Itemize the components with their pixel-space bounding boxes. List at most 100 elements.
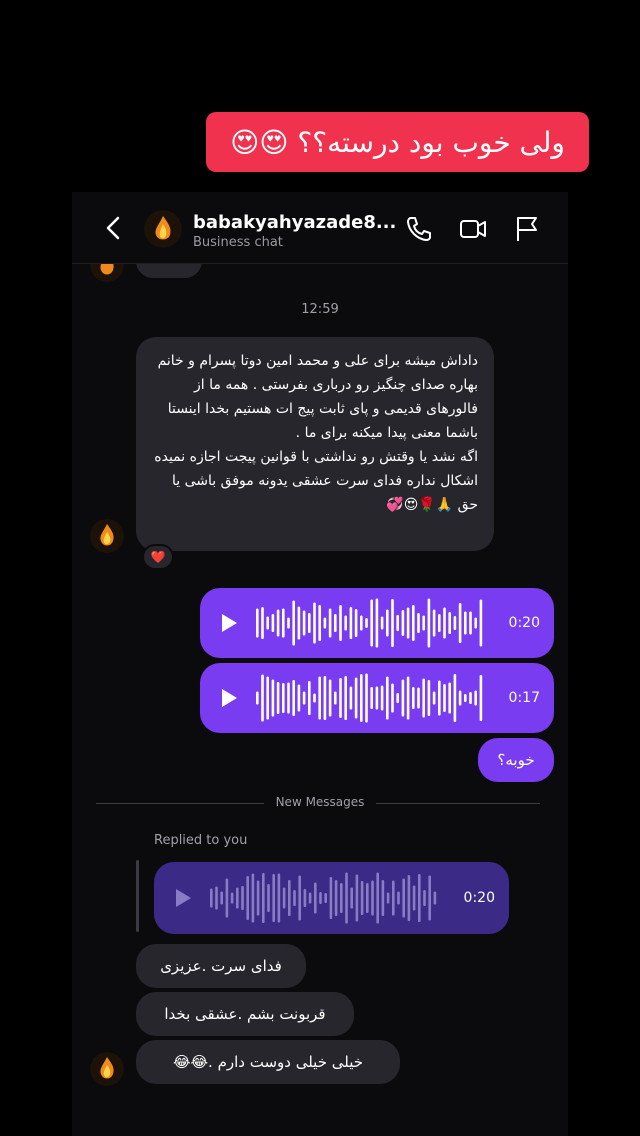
waveform-bar [443,607,446,639]
waveform-bar [479,675,483,721]
waveform-bar [282,608,285,638]
phone-icon[interactable] [404,214,434,244]
waveform-bar [391,599,394,647]
waveform-bar [448,682,451,714]
avatar [90,519,124,553]
waveform-bar [469,692,472,704]
waveform-bar [365,673,368,723]
waveform-bar [422,678,425,718]
waveform-bar [241,886,244,910]
waveform-bar [458,690,462,706]
waveform-bar [396,693,399,703]
play-icon[interactable] [220,688,238,708]
waveform-bar [402,878,405,918]
waveform-bar [215,886,218,910]
waveform-bar [349,686,353,710]
heart-reaction[interactable]: ❤️ [142,544,174,570]
waveform-bar [428,875,431,921]
voice-duration: 0:20 [508,615,540,631]
waveform-bar [370,687,373,709]
waveform-bar [323,617,327,629]
voice-message[interactable]: 0:20 [200,588,554,658]
contact-name[interactable]: babakyahyazade8... [193,212,396,233]
waveform-bar [329,877,333,919]
waveform-bar [391,683,394,713]
waveform-bar [360,881,364,915]
waveform-bar [464,611,467,635]
waveform-bar [354,677,358,719]
waveform-bar [370,599,373,647]
waveform-bar [266,616,269,630]
waveform-bar [308,681,311,715]
waveform-bar [262,873,265,923]
waveform-bar [334,880,338,916]
back-chevron-icon[interactable] [100,214,128,242]
waveform[interactable] [256,663,496,733]
play-icon[interactable] [174,888,192,908]
waveform-bar [298,875,301,921]
replied-voice-message[interactable]: 0:20 [154,862,509,934]
waveform-bar [287,617,290,629]
chat-header: babakyahyazade8... Business chat [72,192,568,264]
incoming-message[interactable]: قربونت بشم .عشقی بخدا [136,992,354,1036]
flag-icon[interactable] [512,214,542,244]
waveform[interactable] [210,862,450,934]
waveform-bar [427,598,431,648]
waveform-bar [474,690,477,706]
waveform-bar [225,878,229,918]
waveform-bar [318,676,321,720]
waveform-bar [328,679,332,717]
waveform-bar [288,880,291,916]
waveform-bar [412,605,415,641]
waveform-bar [256,691,259,705]
waveform-bar [401,679,405,717]
incoming-message[interactable]: داداش میشه برای علی و محمد امین دوتا پسر… [136,337,494,551]
incoming-message[interactable]: فدای سرت .عزیزی [136,944,306,988]
play-icon[interactable] [220,613,238,633]
waveform-bar [323,676,327,720]
contact-subtitle: Business chat [193,235,283,250]
waveform-bar [427,680,431,716]
waveform-bar [282,887,286,909]
waveform-bar [292,600,295,646]
waveform-bar [401,610,405,636]
waveform-bar [328,608,332,638]
incoming-message[interactable]: خیلی خیلی دوست دارم .😂😂 [136,1040,400,1084]
waveform-bar [350,887,353,909]
waveform-bar [375,686,379,710]
waveform-bar [406,676,410,720]
waveform-bar [271,614,275,632]
waveform-bar [313,602,316,644]
waveform-bar [386,892,390,904]
waveform-bar [251,873,255,923]
waveform-bar [371,880,374,916]
waveform-bar [365,618,368,628]
outgoing-message[interactable]: خوبه؟ [478,738,554,782]
waveform-bar [297,684,301,712]
waveform-bar [360,674,363,722]
waveform-bar [360,615,363,631]
voice-message[interactable]: 0:17 [200,663,554,733]
waveform-bar [334,614,337,632]
waveform-bar [380,616,384,630]
waveform-bar [266,676,269,720]
waveform-bar [261,607,264,639]
waveform-bar [344,615,347,631]
waveform-bar [210,888,213,908]
waveform-bar [453,616,457,630]
waveform-bar [345,872,348,924]
waveform-bar [267,884,270,912]
waveform-bar [220,891,223,905]
waveform[interactable] [256,588,496,658]
waveform-bar [433,891,437,905]
waveform-bar [256,608,259,638]
waveform-bar [339,605,342,641]
waveform-bar [293,890,296,906]
waveform-bar [417,687,420,709]
video-icon[interactable] [458,214,488,244]
waveform-bar [308,613,311,633]
waveform-bar [392,880,395,916]
avatar[interactable] [144,210,182,248]
waveform-bar [375,598,379,648]
voice-duration: 0:17 [508,690,540,706]
